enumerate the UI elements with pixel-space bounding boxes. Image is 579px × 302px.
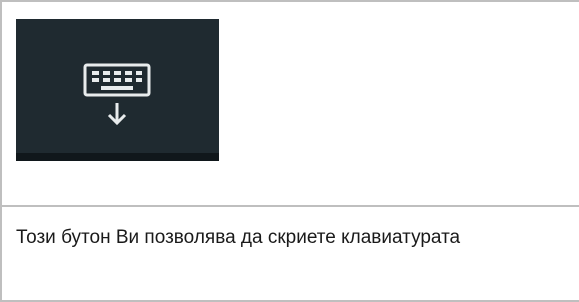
hide-keyboard-icon — [83, 63, 151, 126]
image-cell — [2, 2, 579, 207]
hide-keyboard-button[interactable] — [16, 19, 219, 161]
help-table: Този бутон Ви позволява да скриете клави… — [0, 0, 579, 302]
description-text: Този бутон Ви позволява да скриете клави… — [16, 227, 461, 248]
